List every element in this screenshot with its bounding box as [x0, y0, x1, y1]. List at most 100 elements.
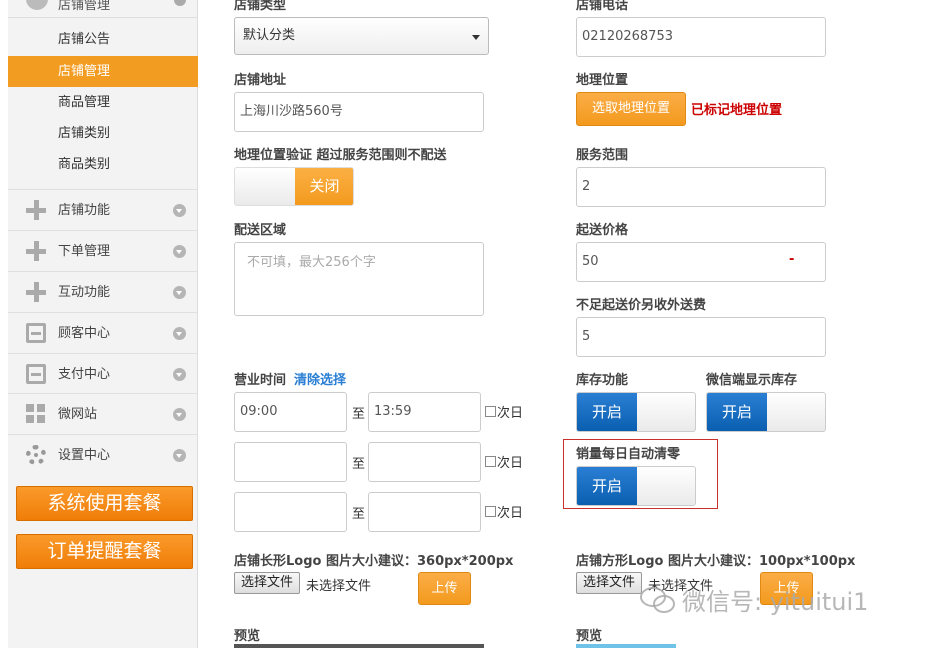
- sidebar: 店铺管理 店铺公告 店铺管理 商品管理 店铺类别 商品类别 店铺功能 下单管理 …: [8, 0, 198, 648]
- pick-location-button[interactable]: 选取地理位置: [576, 92, 686, 126]
- square-logo-preview: [576, 644, 676, 648]
- wechat-icon: [640, 587, 675, 613]
- delivery-area-label: 配送区域: [234, 223, 287, 238]
- toggle-off-label: 关闭: [295, 168, 353, 205]
- hours-end-input[interactable]: [368, 442, 481, 482]
- location-status: 已标记地理位置: [691, 103, 783, 118]
- hours-start-input[interactable]: 09:00: [234, 392, 347, 432]
- next-day-checkbox[interactable]: 次日: [485, 402, 523, 421]
- sidebar-group-label: 店铺功能: [58, 203, 111, 218]
- chevron-down-icon: [173, 245, 186, 258]
- sidebar-group-store-features[interactable]: 店铺功能: [8, 189, 198, 230]
- address-input[interactable]: 上海川沙路560号: [234, 92, 484, 132]
- min-price-label: 起送价格: [576, 223, 629, 238]
- stock-label: 库存功能: [576, 373, 629, 388]
- checkbox-box[interactable]: [485, 406, 496, 417]
- choose-file-button[interactable]: 选择文件: [576, 572, 643, 594]
- stock-toggle[interactable]: 开启: [576, 392, 696, 432]
- hours-separator: 至: [352, 457, 366, 472]
- sidebar-item-product-category[interactable]: 商品类别: [8, 149, 198, 180]
- sidebar-group-micro-site[interactable]: 微网站: [8, 393, 198, 434]
- hours-end-input[interactable]: [368, 492, 481, 532]
- watermark-text: 微信号: yituitui1: [682, 588, 869, 616]
- geo-verify-toggle[interactable]: 关闭: [234, 167, 354, 206]
- next-day-label: 次日: [497, 506, 524, 521]
- sidebar-item-store-notice[interactable]: 店铺公告: [8, 24, 198, 55]
- checkbox-box[interactable]: [485, 506, 496, 517]
- sidebar-group-store-management[interactable]: 店铺管理: [8, 0, 198, 18]
- sidebar-group-label: 顾客中心: [58, 326, 111, 341]
- chevron-down-icon: [173, 368, 186, 381]
- preview-label: 预览: [234, 629, 261, 644]
- system-package-button[interactable]: 系统使用套餐: [16, 486, 193, 521]
- sidebar-group-label: 微网站: [58, 407, 98, 422]
- hours-start-input[interactable]: [234, 492, 347, 532]
- location-label: 地理位置: [576, 73, 629, 88]
- next-day-label: 次日: [497, 456, 524, 471]
- delivery-area-textarea[interactable]: 不可填，最大256个字: [234, 242, 484, 316]
- min-price-value: 50: [582, 254, 599, 269]
- checkbox-box[interactable]: [485, 456, 496, 467]
- plus-icon: [26, 241, 46, 261]
- sidebar-group-interactive[interactable]: 互动功能: [8, 271, 198, 312]
- daily-reset-toggle[interactable]: 开启: [576, 466, 696, 506]
- preview-label: 预览: [576, 629, 603, 644]
- extra-fee-input[interactable]: 5: [576, 317, 826, 357]
- toggle-on-label: 开启: [707, 393, 767, 431]
- clear-selection-link[interactable]: 清除选择: [294, 369, 346, 388]
- hours-separator: 至: [352, 507, 366, 522]
- tiles-icon: [26, 404, 46, 424]
- store-phone-input[interactable]: 02120268753: [576, 17, 826, 57]
- gear-icon: [26, 445, 46, 465]
- wechat-stock-toggle[interactable]: 开启: [706, 392, 826, 432]
- sidebar-group-label: 店铺管理: [58, 0, 111, 13]
- no-file-text: 未选择文件: [306, 579, 372, 594]
- toggle-on-label: 开启: [577, 393, 637, 431]
- store-phone-label: 店铺电话: [576, 0, 629, 13]
- store-type-select[interactable]: 默认分类: [234, 17, 489, 55]
- plus-icon: [26, 200, 46, 220]
- chevron-down-icon: [173, 449, 186, 462]
- service-range-input[interactable]: 2: [576, 167, 826, 207]
- next-day-checkbox[interactable]: 次日: [485, 502, 523, 521]
- store-icon: [26, 0, 48, 10]
- hours-label: 营业时间: [234, 373, 287, 388]
- store-type-value: 默认分类: [243, 28, 296, 43]
- sidebar-item-store-manage[interactable]: 店铺管理: [8, 56, 198, 87]
- square-logo-label: 店铺方形Logo 图片大小建议：100px*100px: [576, 554, 856, 569]
- min-price-mark: -: [789, 252, 795, 267]
- chevron-down-icon: [173, 204, 186, 217]
- toggle-on-label: 开启: [577, 467, 637, 505]
- sidebar-item-product-manage[interactable]: 商品管理: [8, 87, 198, 118]
- chevron-icon: [174, 0, 186, 6]
- order-alert-package-button[interactable]: 订单提醒套餐: [16, 534, 193, 569]
- sidebar-group-customer-center[interactable]: 顾客中心: [8, 312, 198, 353]
- long-logo-preview: [234, 644, 484, 648]
- next-day-checkbox[interactable]: 次日: [485, 452, 523, 471]
- geo-verify-label: 地理位置验证 超过服务范围则不配送: [234, 148, 447, 163]
- wechat-stock-label: 微信端显示库存: [706, 373, 798, 388]
- sidebar-group-payment-center[interactable]: 支付中心: [8, 353, 198, 394]
- hours-end-input[interactable]: 13:59: [368, 392, 481, 432]
- caret-down-icon: [472, 35, 480, 40]
- sidebar-group-label: 下单管理: [58, 244, 111, 259]
- chevron-down-icon: [173, 327, 186, 340]
- chevron-down-icon: [173, 408, 186, 421]
- next-day-label: 次日: [497, 406, 524, 421]
- sidebar-group-label: 支付中心: [58, 367, 111, 382]
- min-price-input[interactable]: 50 -: [576, 242, 826, 282]
- store-type-label: 店铺类型: [234, 0, 287, 13]
- extra-fee-label: 不足起送价另收外送费: [576, 298, 707, 313]
- sidebar-group-settings[interactable]: 设置中心: [8, 434, 198, 475]
- inbox-icon: [26, 364, 46, 384]
- upload-long-logo-button[interactable]: 上传: [418, 572, 471, 605]
- hours-separator: 至: [352, 407, 366, 422]
- sidebar-item-store-category[interactable]: 店铺类别: [8, 118, 198, 149]
- service-range-label: 服务范围: [576, 148, 629, 163]
- sidebar-group-order-manage[interactable]: 下单管理: [8, 230, 198, 271]
- plus-icon: [26, 282, 46, 302]
- chevron-down-icon: [173, 286, 186, 299]
- choose-file-button[interactable]: 选择文件: [234, 572, 301, 594]
- sidebar-group-label: 设置中心: [58, 448, 111, 463]
- hours-start-input[interactable]: [234, 442, 347, 482]
